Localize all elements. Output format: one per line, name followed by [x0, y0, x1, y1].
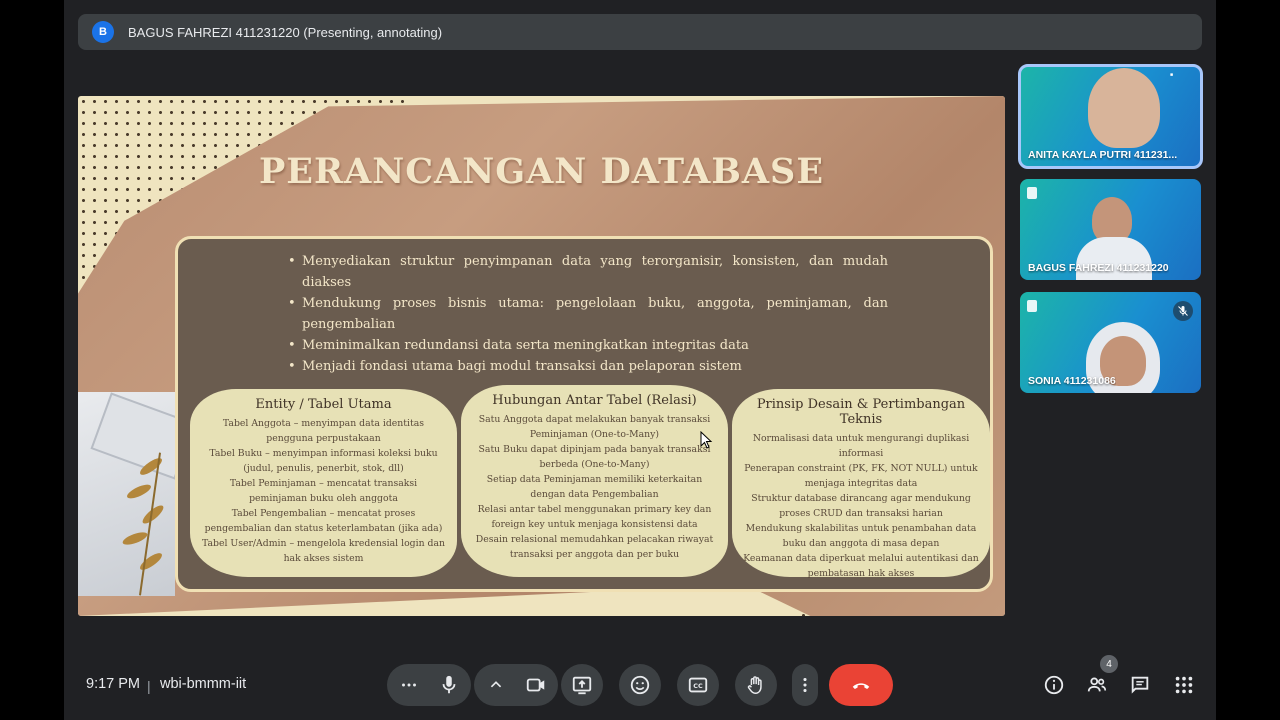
content-panel: Menyediakan struktur penyimpanan data ya…	[175, 236, 993, 592]
slide-title: PERANCANGAN DATABASE	[258, 151, 825, 192]
presentation-slide: PERANCANGAN DATABASE Menyediakan struktu…	[78, 96, 1005, 616]
card-line: Normalisasi data untuk mengurangi duplik…	[752, 433, 970, 459]
videocam-icon	[526, 678, 545, 692]
card-line: Tabel Anggota – menyimpan data identitas…	[222, 418, 425, 444]
bullet-item: Mendukung proses bisnis utama: pengelola…	[288, 293, 888, 335]
chat-button[interactable]	[1127, 672, 1153, 698]
presenter-avatar: B	[92, 21, 114, 43]
activities-button[interactable]	[1171, 672, 1197, 698]
card-entity: Entity / Tabel Utama Tabel Anggota – men…	[190, 389, 457, 577]
card-heading: Hubungan Antar Tabel (Relasi)	[492, 393, 697, 408]
muted-mic-icon	[1173, 301, 1193, 321]
apps-grid-icon	[1175, 676, 1193, 694]
meeting-info-button[interactable]	[1041, 672, 1067, 698]
separator: |	[147, 678, 151, 694]
laptop-leaf-photo	[78, 392, 175, 596]
participant-name: BAGUS FAHREZI 411231220	[1028, 262, 1169, 274]
info-icon	[1044, 675, 1064, 695]
participant-tile-bagus[interactable]: BAGUS FAHREZI 411231220	[1020, 179, 1201, 280]
bottom-toolbar: 9:17 PM | wbi-bmmm-iit CC 4	[64, 648, 1216, 720]
chevron-up-icon	[490, 681, 502, 688]
bullet-item: Meminimalkan redundansi data serta menin…	[288, 335, 888, 356]
card-prinsip: Prinsip Desain & Pertimbangan Teknis Nor…	[732, 389, 990, 579]
card-line: Tabel Pengembalian – mencatat proses pen…	[204, 508, 443, 534]
video-options-button[interactable]	[476, 674, 516, 696]
raise-hand-button[interactable]	[735, 664, 777, 706]
audio-options-button[interactable]	[389, 674, 429, 696]
participant-name: ANITA KAYLA PUTRI 411231...	[1028, 149, 1178, 161]
bullet-item: Menyediakan struktur penyimpanan data ya…	[288, 251, 888, 293]
card-line: Struktur database dirancang agar menduku…	[751, 493, 971, 519]
more-vert-icon	[803, 677, 807, 693]
people-button[interactable]	[1084, 672, 1110, 698]
card-heading: Entity / Tabel Utama	[255, 397, 392, 412]
closed-captions-icon: CC	[688, 677, 708, 693]
mic-icon	[442, 675, 456, 694]
emoji-icon	[630, 675, 650, 695]
more-options-button[interactable]	[792, 664, 818, 706]
card-line: Penerapan constraint (PK, FK, NOT NULL) …	[744, 463, 978, 489]
participant-video	[1088, 68, 1160, 148]
card-line: Tabel Peminjaman – mencatat transaksi pe…	[229, 478, 418, 504]
meeting-clock: 9:17 PM	[86, 676, 140, 692]
camera-button[interactable]	[516, 674, 556, 696]
people-count-badge: 4	[1100, 655, 1118, 673]
laptop-image	[90, 392, 175, 480]
chat-icon	[1131, 676, 1149, 694]
card-heading: Prinsip Desain & Pertimbangan Teknis	[756, 397, 966, 427]
reactions-button[interactable]	[619, 664, 661, 706]
mic-button[interactable]	[429, 674, 469, 696]
bullet-item: Menjadi fondasi utama bagi modul transak…	[288, 356, 888, 377]
present-screen-icon	[572, 676, 592, 695]
card-line: Setiap data Peminjaman memiliki keterkai…	[486, 474, 703, 500]
card-line: Satu Buku dapat dipinjam pada banyak tra…	[478, 444, 711, 470]
participant-name: SONIA 411231086	[1028, 375, 1116, 387]
meeting-code: wbi-bmmm-iit	[160, 676, 247, 692]
captions-button[interactable]: CC	[677, 664, 719, 706]
people-icon	[1087, 677, 1107, 692]
more-horiz-icon	[402, 683, 416, 687]
present-button[interactable]	[561, 664, 603, 706]
svg-text:CC: CC	[693, 682, 703, 690]
participant-tile-sonia[interactable]: SONIA 411231086	[1020, 292, 1201, 393]
card-line: Satu Anggota dapat melakukan banyak tran…	[478, 414, 711, 440]
card-line: Relasi antar tabel menggunakan primary k…	[477, 504, 712, 530]
call-end-icon	[852, 683, 870, 689]
leave-call-button[interactable]	[829, 664, 893, 706]
card-line: Keamanan data diperkuat melalui autentik…	[743, 553, 979, 579]
card-line: Desain relasional memudahkan pelacakan r…	[475, 534, 714, 560]
presenter-banner: B BAGUS FAHREZI 411231220 (Presenting, a…	[78, 14, 1202, 50]
participant-tile-anita[interactable]: ■ ANITA KAYLA PUTRI 411231...	[1018, 64, 1203, 169]
leaf-icon	[121, 529, 149, 548]
university-logo-icon	[1027, 300, 1037, 312]
meet-window: B BAGUS FAHREZI 411231220 (Presenting, a…	[64, 0, 1216, 720]
camera-control-group	[474, 664, 558, 706]
presenter-label: BAGUS FAHREZI 411231220 (Presenting, ann…	[128, 24, 443, 40]
hand-icon	[747, 676, 762, 694]
university-logo-icon	[1027, 187, 1037, 199]
mouse-cursor-icon	[700, 431, 713, 449]
card-line: Mendukung skalabilitas untuk penambahan …	[745, 523, 977, 549]
card-relasi: Hubungan Antar Tabel (Relasi) Satu Anggo…	[461, 385, 728, 577]
mic-control-group	[387, 664, 471, 706]
card-line: Tabel Buku – menyimpan informasi koleksi…	[209, 448, 438, 474]
leaf-icon	[125, 481, 153, 502]
logo-icon: ■	[1170, 72, 1174, 78]
bullet-list: Menyediakan struktur penyimpanan data ya…	[288, 251, 888, 377]
card-line: Tabel User/Admin – mengelola kredensial …	[201, 538, 446, 564]
